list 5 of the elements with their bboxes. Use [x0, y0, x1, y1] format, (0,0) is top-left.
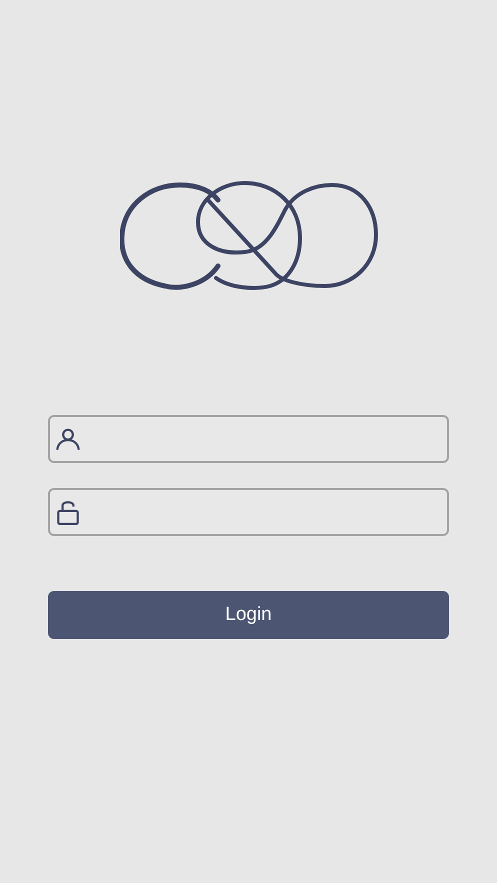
- input-field[interactable]: [48, 488, 449, 536]
- lock-icon: [55, 499, 81, 525]
- user-icon: [55, 426, 81, 452]
- input-field[interactable]: [48, 415, 449, 463]
- login-button[interactable]: Login: [48, 591, 449, 639]
